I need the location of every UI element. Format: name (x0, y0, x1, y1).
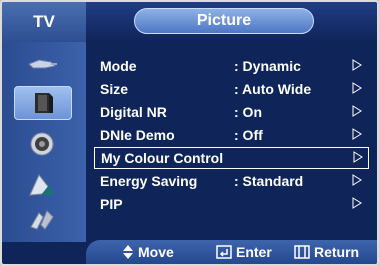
menu-item-label: Size (100, 81, 129, 97)
menu-item-value: : Auto Wide (234, 81, 312, 97)
menu-item-value: : Off (234, 127, 263, 143)
return-hint: Return (294, 244, 359, 260)
return-icon (294, 245, 310, 259)
menu-item-digital-nr[interactable]: Digital NR : On (94, 102, 369, 122)
menu-item-label: Digital NR (100, 104, 167, 120)
menu-item-my-colour-control[interactable]: My Colour Control (94, 147, 369, 169)
enter-label: Enter (236, 244, 272, 260)
category-sidebar (2, 42, 86, 242)
chevron-right-icon (352, 128, 362, 140)
return-label: Return (314, 244, 360, 260)
menu-item-pip[interactable]: PIP (94, 194, 369, 214)
page-title: Picture (134, 8, 314, 34)
menu-item-label: My Colour Control (101, 150, 224, 166)
enter-hint: Enter (216, 244, 272, 260)
menu-item-label: Mode (100, 58, 137, 74)
channel-icon[interactable] (16, 168, 68, 200)
chevron-right-icon (352, 197, 362, 209)
chevron-right-icon (352, 82, 362, 94)
sound-icon[interactable] (16, 128, 68, 160)
menu-item-mode[interactable]: Mode : Dynamic (94, 56, 369, 76)
menu-item-value: : Standard (234, 173, 304, 189)
picture-icon[interactable] (14, 86, 72, 120)
menu-item-label: DNIe Demo (100, 127, 175, 143)
menu-header: TV Picture (2, 2, 377, 42)
chevron-right-icon (352, 174, 362, 186)
menu-item-label: PIP (100, 196, 123, 212)
enter-icon (216, 245, 232, 259)
up-down-arrows-icon (123, 245, 133, 259)
menu-item-value: : Dynamic (234, 58, 301, 74)
setup-icon[interactable] (16, 204, 68, 236)
tv-menu-frame: TV Picture Mode: Dynamic Size: Auto Wi… (0, 0, 379, 266)
menu-item-label: Energy Saving (100, 173, 198, 189)
move-hint: Move (122, 244, 174, 260)
menu-item-dnie-demo[interactable]: DNIe Demo : Off (94, 125, 369, 145)
title-bar: Picture (86, 2, 377, 42)
menu-item-energy-saving[interactable]: Energy Saving : Standard (94, 171, 369, 191)
chevron-right-icon (352, 59, 362, 71)
menu-item-value: : On (234, 104, 262, 120)
button-hint-bar: Move Enter Return (86, 240, 377, 264)
move-label: Move (138, 244, 174, 260)
chevron-right-icon (352, 105, 362, 117)
menu-item-size[interactable]: Size : Auto Wide (94, 79, 369, 99)
input-icon[interactable] (16, 48, 68, 80)
chevron-right-icon (353, 151, 363, 163)
picture-menu: Mode : Dynamic Size : Auto Wide Digital … (86, 50, 377, 242)
section-label: TV (2, 2, 87, 42)
